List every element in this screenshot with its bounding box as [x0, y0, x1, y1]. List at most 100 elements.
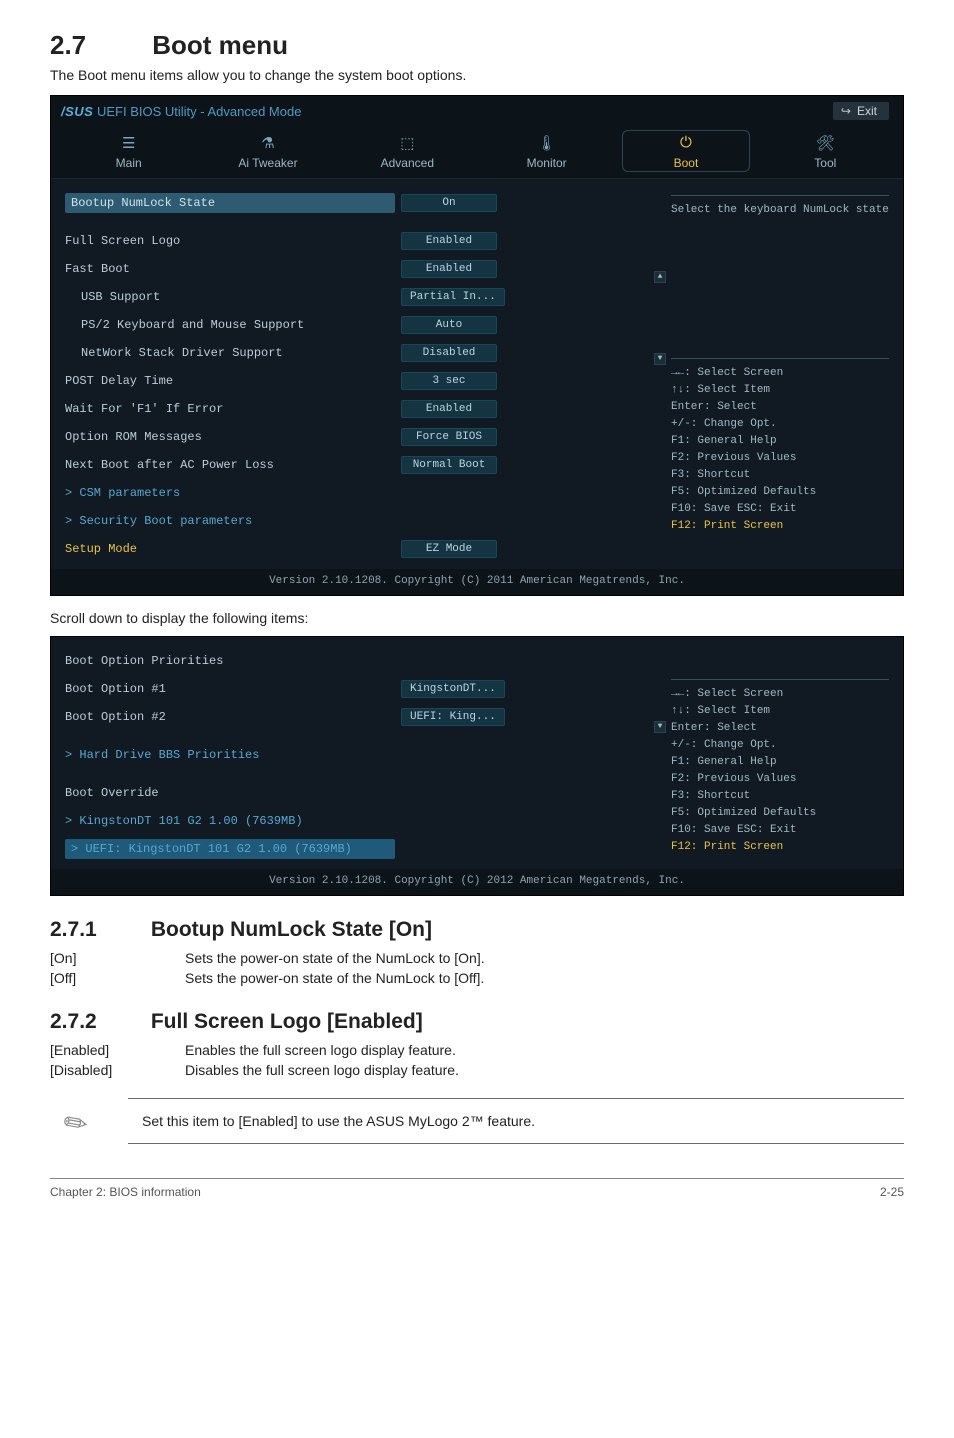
- option-label: KingstonDT 101 G2 1.00 (7639MB): [65, 814, 395, 828]
- option-label: CSM parameters: [65, 486, 395, 500]
- option-row[interactable]: Next Boot after AC Power Loss Normal Boot: [65, 451, 661, 479]
- option-row[interactable]: UEFI: KingstonDT 101 G2 1.00 (7639MB): [65, 835, 661, 863]
- nav-tab-advanced[interactable]: ⬚ Advanced: [338, 124, 477, 178]
- subsection-number: 2.7.2: [50, 1010, 145, 1034]
- scrollbar[interactable]: ▲ ▼: [657, 217, 663, 539]
- option-row[interactable]: Boot Option Priorities: [65, 647, 661, 675]
- bios-footer: Version 2.10.1208. Copyright (C) 2011 Am…: [51, 569, 903, 595]
- definition-value: Sets the power-on state of the NumLock t…: [185, 968, 485, 988]
- option-value[interactable]: Disabled: [401, 344, 497, 362]
- section-heading: 2.7 Boot menu: [50, 30, 904, 61]
- definition-key: [On]: [50, 948, 185, 968]
- nav-tab-main[interactable]: ☰ Main: [59, 124, 198, 178]
- option-value[interactable]: Partial In...: [401, 288, 505, 306]
- option-value[interactable]: Auto: [401, 316, 497, 334]
- nav-tab-tool[interactable]: 🛠Tool: [756, 124, 895, 178]
- option-value[interactable]: Normal Boot: [401, 456, 497, 474]
- option-value[interactable]: On: [401, 194, 497, 212]
- option-label: Security Boot parameters: [65, 514, 395, 528]
- key-hint: F5: Optimized Defaults: [671, 805, 889, 822]
- option-label: Hard Drive BBS Priorities: [65, 748, 395, 762]
- option-value[interactable]: UEFI: King...: [401, 708, 505, 726]
- option-value[interactable]: 3 sec: [401, 372, 497, 390]
- option-row[interactable]: USB Support Partial In...: [65, 283, 661, 311]
- key-hint: F1: General Help: [671, 754, 889, 771]
- intro-text: The Boot menu items allow you to change …: [50, 67, 904, 83]
- nav-tab-monitor[interactable]: 🌡 Monitor: [477, 124, 616, 178]
- option-row[interactable]: Fast Boot Enabled: [65, 255, 661, 283]
- scroll-down-icon[interactable]: ▼: [654, 721, 666, 733]
- option-row[interactable]: Boot Option #2UEFI: King...: [65, 703, 661, 731]
- key-help: →←: Select Screen↑↓: Select ItemEnter: S…: [671, 365, 889, 535]
- help-column: ▲ ▼ Select the keyboard NumLock state →←…: [661, 189, 889, 563]
- nav-label: Advanced: [381, 156, 434, 170]
- option-row[interactable]: CSM parameters: [65, 479, 661, 507]
- option-value[interactable]: EZ Mode: [401, 540, 497, 558]
- nav-label: Main: [116, 156, 142, 170]
- option-row[interactable]: PS/2 Keyboard and Mouse SupportAuto: [65, 311, 661, 339]
- option-row[interactable]: NetWork Stack Driver SupportDisabled: [65, 339, 661, 367]
- definition-value: Enables the full screen logo display fea…: [185, 1040, 459, 1060]
- options-column: Bootup NumLock State On Full Screen LogoEn…: [65, 189, 661, 563]
- brand-logo: /SUS: [61, 104, 93, 119]
- table-row: [Enabled]Enables the full screen logo di…: [50, 1040, 459, 1060]
- key-hint: ↑↓: Select Item: [671, 382, 889, 399]
- option-row[interactable]: KingstonDT 101 G2 1.00 (7639MB): [65, 807, 661, 835]
- option-row[interactable]: Bootup NumLock State On: [65, 189, 661, 217]
- options-column-2: Boot Option PrioritiesBoot Option #1King…: [65, 647, 661, 863]
- option-label: Next Boot after AC Power Loss: [65, 458, 395, 472]
- help-text: Select the keyboard NumLock state: [671, 202, 889, 352]
- definition-table: [On]Sets the power-on state of the NumLo…: [50, 948, 485, 988]
- subsection-heading: 2.7.2 Full Screen Logo [Enabled]: [50, 1010, 904, 1034]
- option-label: Bootup NumLock State: [65, 193, 395, 213]
- help-column-2: ▼ →←: Select Screen↑↓: Select ItemEnter:…: [661, 647, 889, 863]
- bios-panel-continued: Boot Option PrioritiesBoot Option #1King…: [50, 636, 904, 896]
- nav-tab-boot[interactable]: ⏻Boot: [616, 124, 755, 178]
- scroll-down-icon[interactable]: ▼: [654, 353, 666, 365]
- definition-table: [Enabled]Enables the full screen logo di…: [50, 1040, 459, 1080]
- bios-title-text: UEFI BIOS Utility - Advanced Mode: [97, 104, 301, 119]
- option-row[interactable]: Option ROM MessagesForce BIOS: [65, 423, 661, 451]
- option-label: UEFI: KingstonDT 101 G2 1.00 (7639MB): [65, 839, 395, 859]
- nav-icon: ⬚: [342, 134, 473, 152]
- footer-left: Chapter 2: BIOS information: [50, 1185, 201, 1199]
- pencil-icon: ✎: [57, 1103, 95, 1143]
- section-title: Boot menu: [152, 30, 288, 60]
- option-value[interactable]: Enabled: [401, 400, 497, 418]
- option-value[interactable]: KingstonDT...: [401, 680, 505, 698]
- subsection-title: Full Screen Logo [Enabled]: [151, 1010, 423, 1033]
- option-row[interactable]: Boot Option #1KingstonDT...: [65, 675, 661, 703]
- nav-label: Ai Tweaker: [238, 156, 297, 170]
- option-label: USB Support: [65, 290, 395, 304]
- option-value[interactable]: Enabled: [401, 232, 497, 250]
- exit-button[interactable]: Exit: [833, 102, 889, 120]
- key-hint: F10: Save ESC: Exit: [671, 822, 889, 839]
- option-label: Wait For 'F1' If Error: [65, 402, 395, 416]
- option-row[interactable]: Setup Mode EZ Mode: [65, 535, 661, 563]
- option-row[interactable]: Full Screen LogoEnabled: [65, 227, 661, 255]
- key-hint: →←: Select Screen: [671, 686, 889, 703]
- key-hint: F1: General Help: [671, 433, 889, 450]
- option-row[interactable]: Boot Override: [65, 779, 661, 807]
- key-hint: F3: Shortcut: [671, 467, 889, 484]
- nav-tab-ai-tweaker[interactable]: ⚗Ai Tweaker: [198, 124, 337, 178]
- key-hint: →←: Select Screen: [671, 365, 889, 382]
- nav-icon: 🌡: [481, 134, 612, 152]
- option-row[interactable]: Security Boot parameters: [65, 507, 661, 535]
- nav-row: ☰ Main ⚗Ai Tweaker ⬚ Advanced 🌡 Monitor ⏻Boot🛠T…: [51, 124, 903, 179]
- footer-right: 2-25: [880, 1185, 904, 1199]
- option-label: Fast Boot: [65, 262, 395, 276]
- key-hint: +/-: Change Opt.: [671, 737, 889, 754]
- option-value[interactable]: Force BIOS: [401, 428, 497, 446]
- option-row[interactable]: Wait For 'F1' If Error Enabled: [65, 395, 661, 423]
- nav-icon: ☰: [63, 134, 194, 152]
- key-help: →←: Select Screen↑↓: Select ItemEnter: S…: [671, 686, 889, 856]
- option-label: Boot Override: [65, 786, 395, 800]
- scroll-up-icon[interactable]: ▲: [654, 271, 666, 283]
- scrollbar[interactable]: ▼: [657, 675, 663, 839]
- option-row[interactable]: POST Delay Time3 sec: [65, 367, 661, 395]
- option-row[interactable]: Hard Drive BBS Priorities: [65, 741, 661, 769]
- option-value[interactable]: Enabled: [401, 260, 497, 278]
- option-label: Setup Mode: [65, 542, 395, 556]
- nav-label: Monitor: [527, 156, 567, 170]
